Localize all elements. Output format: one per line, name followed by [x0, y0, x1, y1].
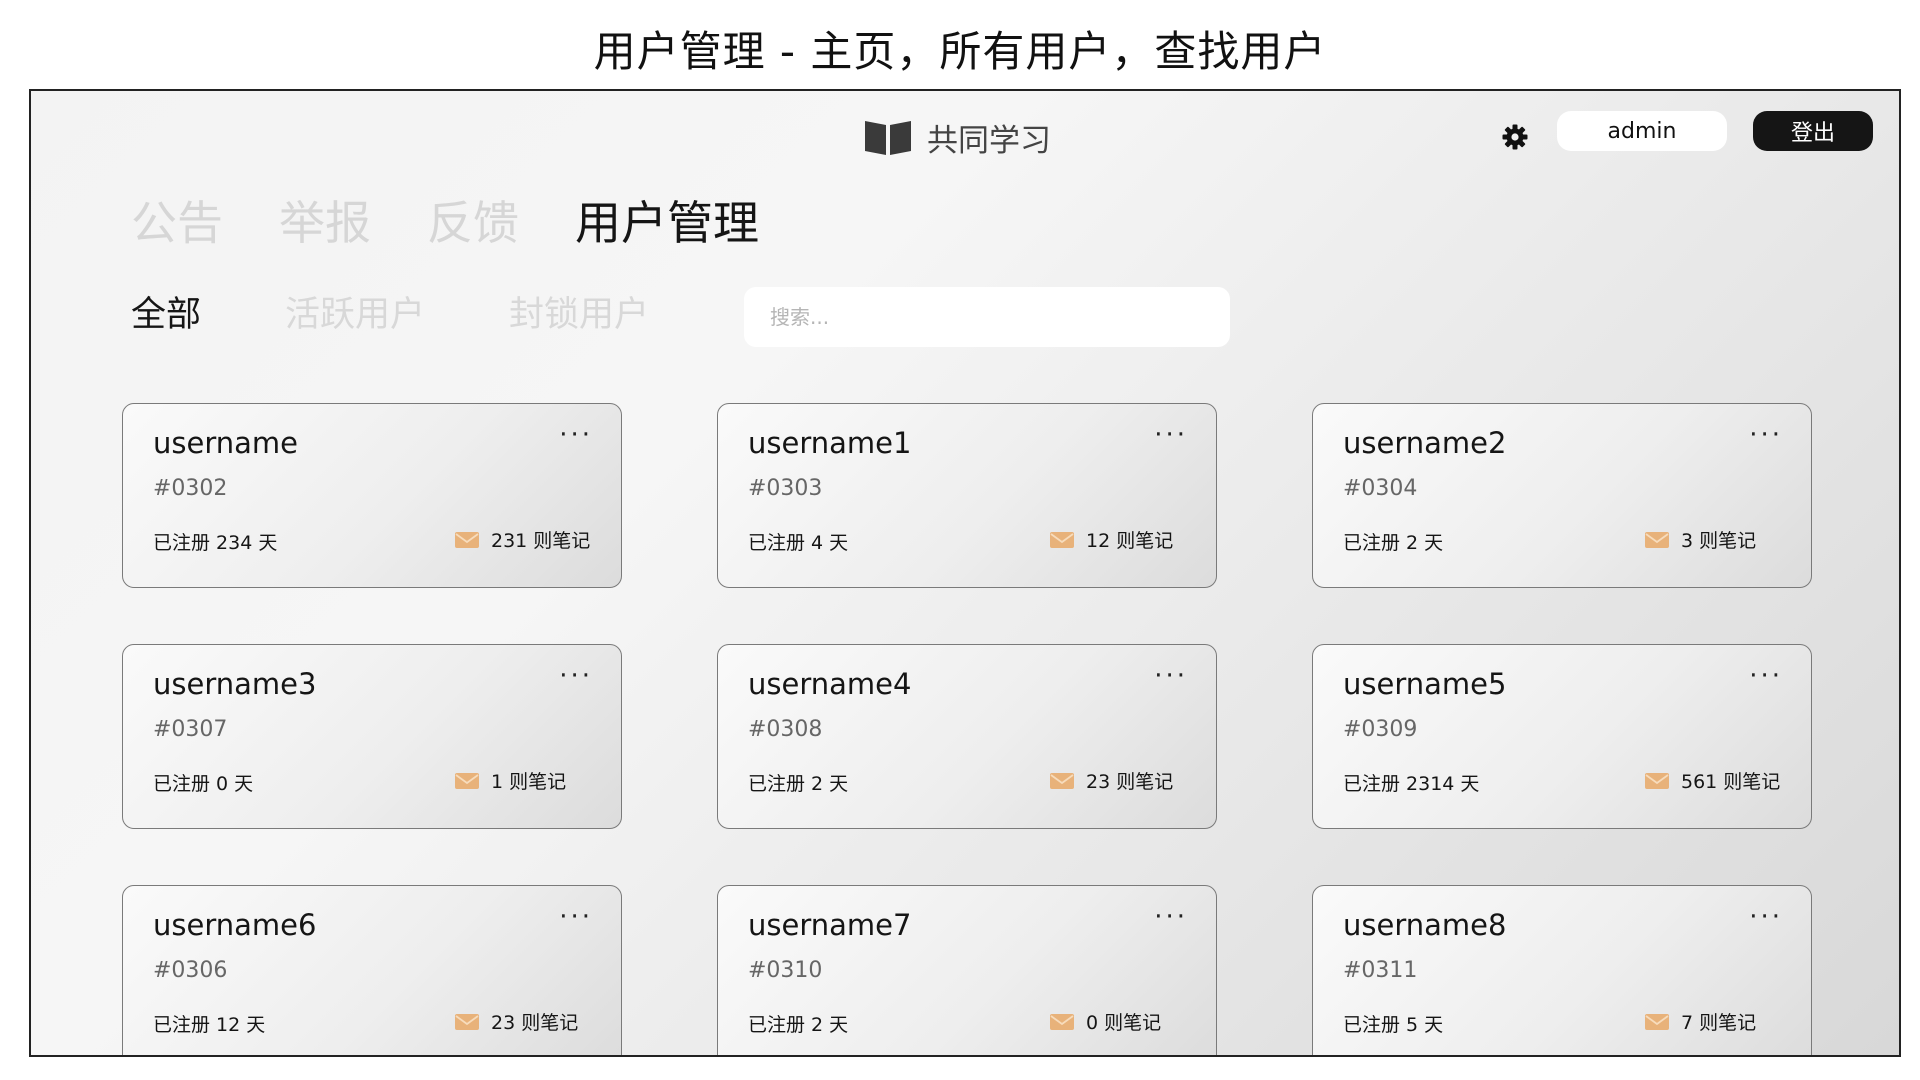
user-card-notes-count: 1 则笔记 [491, 771, 567, 793]
mail-icon [1050, 531, 1074, 548]
nav-item-reports[interactable]: 举报 [279, 191, 371, 255]
user-card-notes: 23 则笔记 [1050, 767, 1173, 794]
user-card-name: username [153, 426, 298, 460]
user-card-registered: 已注册 2 天 [748, 773, 849, 795]
user-card-notes-count: 7 则笔记 [1681, 1012, 1757, 1034]
logout-button[interactable]: 登出 [1753, 111, 1873, 151]
user-card-name: username4 [748, 667, 912, 701]
mail-icon [455, 1013, 479, 1030]
tab-blocked-users[interactable]: 封锁用户 [509, 291, 649, 339]
user-card[interactable]: username6 #0306 ··· 已注册 12 天 23 则笔记 [122, 885, 622, 1055]
user-card-id: #0307 [153, 717, 228, 742]
user-card-name: username3 [153, 667, 317, 701]
user-card-name: username5 [1343, 667, 1507, 701]
more-options-icon[interactable]: ··· [559, 904, 593, 930]
user-card[interactable]: username8 #0311 ··· 已注册 5 天 7 则笔记 [1312, 885, 1812, 1055]
user-card-id: #0311 [1343, 958, 1418, 983]
book-logo-icon [865, 121, 911, 155]
user-card-notes: 0 则笔记 [1050, 1008, 1161, 1035]
more-options-icon[interactable]: ··· [1154, 904, 1188, 930]
user-card-notes: 1 则笔记 [455, 767, 566, 794]
mail-icon [1645, 531, 1669, 548]
more-options-icon[interactable]: ··· [1154, 663, 1188, 689]
app-window: 共同学习 admin 登出 公告 举报 反馈 用户管理 全部 活跃用户 封锁用户… [29, 89, 1901, 1057]
more-options-icon[interactable]: ··· [1749, 422, 1783, 448]
user-card-notes: 7 则笔记 [1645, 1008, 1756, 1035]
user-card-id: #0302 [153, 476, 228, 501]
user-card-notes-count: 3 则笔记 [1681, 530, 1757, 552]
more-options-icon[interactable]: ··· [1749, 663, 1783, 689]
user-card-registered: 已注册 2 天 [1343, 532, 1444, 554]
main-nav: 公告 举报 反馈 用户管理 [131, 191, 759, 255]
user-card-notes-count: 12 则笔记 [1086, 530, 1174, 552]
user-card-notes: 23 则笔记 [455, 1008, 578, 1035]
user-filter-tabs: 全部 活跃用户 封锁用户 [131, 291, 649, 339]
user-card-registered: 已注册 2314 天 [1343, 773, 1480, 795]
user-card-notes-count: 561 则笔记 [1681, 771, 1781, 793]
user-card-id: #0309 [1343, 717, 1418, 742]
user-card-name: username8 [1343, 908, 1507, 942]
tab-all[interactable]: 全部 [131, 291, 201, 339]
settings-gear-icon[interactable] [1497, 119, 1533, 155]
user-card-name: username6 [153, 908, 317, 942]
user-card[interactable]: username3 #0307 ··· 已注册 0 天 1 则笔记 [122, 644, 622, 829]
user-card-registered: 已注册 234 天 [153, 532, 278, 554]
current-user-badge[interactable]: admin [1557, 111, 1727, 151]
user-card-registered: 已注册 4 天 [748, 532, 849, 554]
user-card[interactable]: username1 #0303 ··· 已注册 4 天 12 则笔记 [717, 403, 1217, 588]
user-card[interactable]: username4 #0308 ··· 已注册 2 天 23 则笔记 [717, 644, 1217, 829]
nav-item-feedback[interactable]: 反馈 [427, 191, 519, 255]
user-card-id: #0308 [748, 717, 823, 742]
user-card-notes: 3 则笔记 [1645, 526, 1756, 553]
mail-icon [455, 531, 479, 548]
user-card-id: #0303 [748, 476, 823, 501]
user-card-notes: 561 则笔记 [1645, 767, 1780, 794]
more-options-icon[interactable]: ··· [559, 663, 593, 689]
mail-icon [455, 772, 479, 789]
user-card[interactable]: username7 #0310 ··· 已注册 2 天 0 则笔记 [717, 885, 1217, 1055]
tab-active-users[interactable]: 活跃用户 [285, 291, 425, 339]
mail-icon [1050, 1013, 1074, 1030]
user-card-registered: 已注册 12 天 [153, 1014, 266, 1036]
user-card-notes-count: 23 则笔记 [491, 1012, 579, 1034]
more-options-icon[interactable]: ··· [1154, 422, 1188, 448]
user-card[interactable]: username2 #0304 ··· 已注册 2 天 3 则笔记 [1312, 403, 1812, 588]
user-card-name: username7 [748, 908, 912, 942]
user-card-notes-count: 231 则笔记 [491, 530, 591, 552]
mail-icon [1645, 772, 1669, 789]
nav-item-user-management[interactable]: 用户管理 [575, 191, 759, 255]
search-input[interactable] [744, 287, 1230, 347]
user-card-notes-count: 0 则笔记 [1086, 1012, 1162, 1034]
more-options-icon[interactable]: ··· [559, 422, 593, 448]
user-card-registered: 已注册 2 天 [748, 1014, 849, 1036]
user-card-id: #0310 [748, 958, 823, 983]
mail-icon [1645, 1013, 1669, 1030]
user-card-name: username1 [748, 426, 912, 460]
user-card-name: username2 [1343, 426, 1507, 460]
brand-name: 共同学习 [927, 122, 1051, 159]
user-card-notes: 231 则笔记 [455, 526, 590, 553]
user-card-registered: 已注册 5 天 [1343, 1014, 1444, 1036]
nav-item-announcements[interactable]: 公告 [131, 191, 223, 255]
user-card-notes-count: 23 则笔记 [1086, 771, 1174, 793]
user-card-notes: 12 则笔记 [1050, 526, 1173, 553]
user-card-id: #0304 [1343, 476, 1418, 501]
user-card[interactable]: username5 #0309 ··· 已注册 2314 天 561 则笔记 [1312, 644, 1812, 829]
more-options-icon[interactable]: ··· [1749, 904, 1783, 930]
page-caption: 用户管理 - 主页，所有用户，查找用户 [593, 27, 1327, 76]
user-card-registered: 已注册 0 天 [153, 773, 254, 795]
user-card-id: #0306 [153, 958, 228, 983]
brand[interactable]: 共同学习 [863, 115, 1051, 159]
mail-icon [1050, 772, 1074, 789]
user-card[interactable]: username #0302 ··· 已注册 234 天 231 则笔记 [122, 403, 622, 588]
